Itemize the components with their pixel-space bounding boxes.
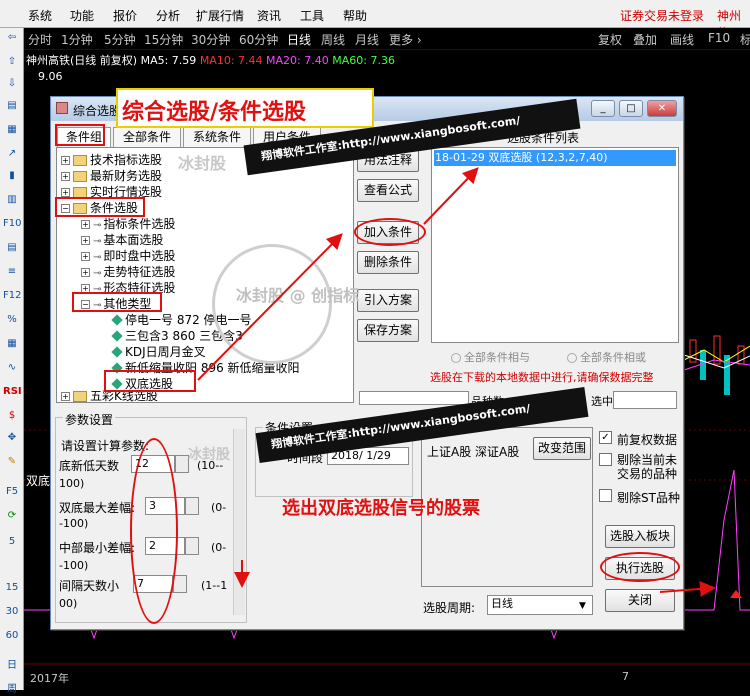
annotation-arrows [197, 167, 716, 597]
arrow-to-add [197, 233, 343, 381]
arrow-to-chart [659, 580, 716, 597]
arrow-to-list [423, 167, 479, 225]
